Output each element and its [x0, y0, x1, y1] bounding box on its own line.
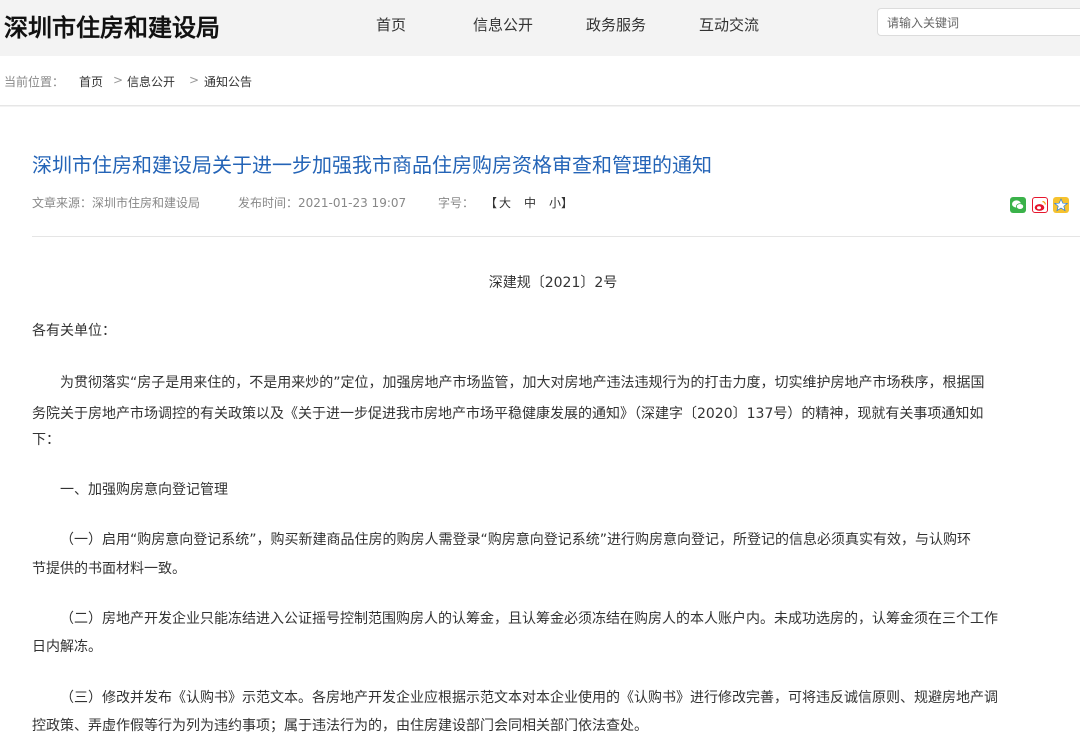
nav-interaction[interactable]: 互动交流: [699, 14, 759, 35]
breadcrumb-separator: >: [113, 73, 124, 87]
font-size-medium-button[interactable]: 中: [524, 194, 536, 211]
wechat-icon[interactable]: [1010, 197, 1026, 213]
section-heading: 一、加强购房意向登记管理: [60, 482, 228, 498]
nav-info-public[interactable]: 信息公开: [473, 14, 533, 35]
article-publish-time: 发布时间：2021-01-23 19:07: [238, 196, 407, 210]
article-source: 文章来源：深圳市住房和建设局: [32, 196, 201, 210]
article-line: 节提供的书面材料一致。: [32, 561, 186, 577]
breadcrumb-home[interactable]: 首页: [79, 73, 103, 90]
article-line: 下：: [32, 432, 60, 448]
salutation: 各有关单位：: [32, 323, 116, 339]
font-size-small-button[interactable]: 小: [549, 194, 561, 211]
font-size-label: 字号：: [438, 196, 475, 210]
font-size-large-button[interactable]: 大: [499, 194, 511, 211]
breadcrumb: 当前位置： 首页 > 信息公开 > 通知公告: [0, 56, 1080, 106]
breadcrumb-info-public[interactable]: 信息公开: [127, 73, 175, 90]
search-box: [877, 8, 1080, 37]
article-line: 日内解冻。: [32, 639, 102, 655]
article-title: 深圳市住房和建设局关于进一步加强我市商品住房购房资格审查和管理的通知: [32, 153, 712, 177]
breadcrumb-notices[interactable]: 通知公告: [204, 73, 252, 90]
font-size-bracket-open: 【: [485, 196, 498, 210]
title-divider: [32, 236, 1080, 237]
article-line: （三）修改并发布《认购书》示范文本。各房地产开发企业应根据示范文本对本企业使用的…: [60, 690, 998, 706]
article-line: 控政策、弄虚作假等行为列为违约事项；属于违法行为的，由住房建设部门会同相关部门依…: [32, 718, 648, 734]
breadcrumb-separator: >: [189, 73, 200, 87]
qzone-icon[interactable]: [1053, 197, 1069, 213]
article-line: 为贯彻落实“房子是用来住的，不是用来炒的”定位，加强房地产市场监管，加大对房地产…: [60, 375, 985, 391]
font-size-bracket-close: 】: [561, 196, 574, 210]
nav-home[interactable]: 首页: [376, 14, 406, 35]
article-line: （二）房地产开发企业只能冻结进入公证摇号控制范围购房人的认筹金，且认筹金必须冻结…: [60, 611, 998, 627]
article-line: （一）启用“购房意向登记系统”，购买新建商品住房的购房人需登录“购房意向登记系统…: [60, 532, 972, 548]
site-logo-title[interactable]: 深圳市住房和建设局: [4, 8, 220, 43]
nav-gov-services[interactable]: 政务服务: [586, 14, 646, 35]
site-header: 深圳市住房和建设局 首页 信息公开 政务服务 互动交流: [0, 0, 1080, 55]
document-number: 深建规〔2021〕2号: [488, 275, 618, 291]
search-input[interactable]: [878, 9, 1069, 37]
weibo-icon[interactable]: [1032, 197, 1048, 213]
breadcrumb-label: 当前位置：: [4, 75, 65, 89]
article-panel: 深圳市住房和建设局关于进一步加强我市商品住房购房资格审查和管理的通知 文章来源：…: [0, 107, 1080, 747]
